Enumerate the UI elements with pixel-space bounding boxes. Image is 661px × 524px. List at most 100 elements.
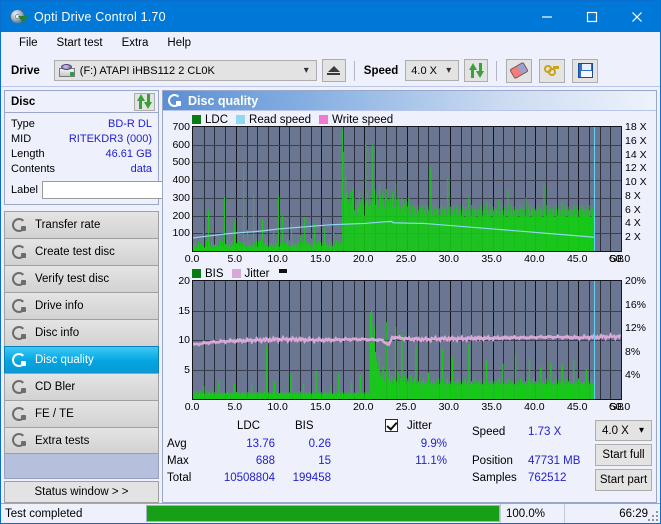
legend-marker-black [279, 268, 288, 273]
ldc-chart-plot [192, 126, 622, 252]
jitter-checkbox[interactable] [385, 419, 398, 432]
stats-total-ldc: 10508804 [223, 472, 275, 484]
disc-row-value: data [130, 163, 152, 175]
y2-tick-label: 12% [625, 322, 647, 335]
sidebar-item-label: Disc quality [35, 354, 94, 366]
save-button[interactable] [572, 58, 599, 83]
maximize-icon[interactable] [569, 1, 614, 32]
test-speed-select[interactable]: 4.0 X ▾ [595, 420, 652, 441]
sidebar-item-create-test-disc[interactable]: Create test disc [4, 238, 159, 265]
y-tick-label: 200 [172, 209, 190, 222]
left-pane: Disc Type BD-R DL MID RITEKDR3 (000) Len… [4, 90, 250, 503]
x-tick-label: 30.0 [438, 401, 460, 413]
bis-chart-plot [192, 280, 622, 400]
eject-button[interactable] [321, 59, 346, 82]
sidebar-item-label: Drive info [35, 300, 84, 312]
x-tick-label: 0.0 [184, 253, 200, 265]
sidebar-item-label: CD Bler [35, 381, 76, 393]
drive-select[interactable]: (F:) ATAPI iHBS112 2 CL0K ▾ [53, 60, 317, 81]
stats-actions: 4.0 X ▾ Start full Start part [592, 420, 652, 500]
disc-info-rows: Type BD-R DL MID RITEKDR3 (000) Length 4… [5, 113, 250, 204]
stats-row-total: Total [167, 472, 192, 484]
stats-avg-ldc: 13.76 [246, 438, 275, 450]
menu-item-extra[interactable]: Extra [113, 35, 158, 52]
x-tick-label: 10.0 [267, 253, 288, 265]
legend-swatch-read-speed [236, 115, 246, 124]
sidebar-item-label: Verify test disc [35, 273, 110, 285]
x-tick-label: 0.0 [184, 401, 200, 413]
x-tick-label: 25.0 [395, 401, 417, 413]
x-tick-label: 45.0 [566, 401, 588, 413]
stats-max-jitter: 11.1% [415, 455, 447, 467]
sidebar-item-fe-te[interactable]: FE / TE [4, 400, 159, 427]
x-tick-label: 40.0 [524, 253, 545, 265]
window-title: Opti Drive Control 1.70 [34, 9, 166, 24]
drive-toolbar: Drive (F:) ATAPI iHBS112 2 CL0K ▾ Speed … [1, 55, 660, 87]
disc-row-contents: Contents data [11, 162, 152, 177]
sidebar-item-label: Transfer rate [35, 219, 101, 231]
resize-grip[interactable] [648, 511, 658, 521]
status-window-button[interactable]: Status window > > [4, 481, 159, 503]
progress-bar-fill [147, 506, 499, 521]
disc-row-type: Type BD-R DL [11, 117, 152, 132]
progress-bar [146, 505, 500, 522]
test-speed-value: 4.0 X [602, 424, 629, 437]
menu-item-file[interactable]: File [10, 35, 47, 52]
menu-item-help[interactable]: Help [158, 35, 200, 52]
x-tick-label: 20.0 [352, 401, 374, 413]
y2-tick-label: 4 X [625, 217, 641, 230]
close-icon[interactable] [614, 1, 660, 32]
title-bar: Opti Drive Control 1.70 [1, 1, 660, 32]
disc-label-key: Label [11, 183, 38, 196]
chart-cursor-line [594, 127, 595, 251]
sidebar-item-drive-info[interactable]: Drive info [4, 292, 159, 319]
y-tick-label: 20 [178, 275, 190, 287]
window-controls [524, 1, 660, 32]
y2-tick-label: 20% [625, 275, 647, 287]
menu-item-start-test[interactable]: Start test [48, 35, 112, 52]
sidebar-item-cd-bler[interactable]: CD Bler [4, 373, 159, 400]
minimize-icon[interactable] [524, 1, 569, 32]
disc-panel: Disc Type BD-R DL MID RITEKDR3 (000) Len… [4, 90, 250, 205]
refresh-button[interactable] [464, 59, 489, 82]
y-tick-label: 15 [178, 304, 190, 317]
erase-button[interactable] [506, 58, 533, 83]
app-icon [9, 8, 28, 25]
stats-panel: LDC BIS Jitter Avg 13.76 0.26 9.9% Max 6… [163, 415, 656, 502]
ldc-chart-y2-axis: 2 X4 X6 X8 X 10 X 12 X 14 X 16 X 18 X [622, 121, 656, 250]
disc-panel-header: Disc [5, 91, 158, 113]
bis-chart-legend: BIS Jitter [163, 267, 656, 280]
toolbar-divider-2 [496, 60, 498, 81]
start-full-button[interactable]: Start full [595, 444, 652, 466]
ldc-chart-y-axis: 100 200 300 400 500 600 700 [163, 121, 192, 250]
refresh-icon [137, 94, 152, 109]
disc-icon [12, 406, 27, 422]
x-tick-label: 15.0 [310, 401, 331, 413]
y-tick-label: 5 [184, 363, 190, 376]
start-part-button[interactable]: Start part [595, 469, 652, 491]
y2-tick-label: 2 X [625, 231, 641, 244]
disc-icon [12, 325, 27, 341]
x-axis-unit-label: GB [608, 401, 624, 413]
y2-tick-label: 8 X [625, 189, 641, 202]
sidebar-item-label: Disc info [35, 327, 80, 339]
sidebar-item-disc-info[interactable]: Disc info [4, 319, 159, 346]
disc-refresh-button[interactable] [134, 92, 155, 111]
x-tick-label: 10.0 [267, 401, 288, 413]
sidebar-item-extra-tests[interactable]: Extra tests [4, 427, 159, 454]
app-window: Opti Drive Control 1.70 File Start test … [0, 0, 661, 524]
sidebar-item-disc-quality[interactable]: Disc quality [4, 346, 159, 373]
disc-row-key: Length [11, 148, 45, 160]
samples-readout-label: Samples [472, 472, 517, 484]
y2-tick-label: 10 X [625, 176, 647, 189]
sidebar-item-verify-test-disc[interactable]: Verify test disc [4, 265, 159, 292]
sidebar-item-transfer-rate[interactable]: Transfer rate [4, 211, 159, 238]
disc-icon [12, 271, 27, 287]
speed-readout-label: Speed [472, 426, 506, 438]
speed-select[interactable]: 4.0 X ▾ [405, 60, 460, 81]
stats-table: LDC BIS Jitter Avg 13.76 0.26 9.9% Max 6… [167, 419, 472, 500]
x-tick-label: 5.0 [227, 401, 243, 413]
disc-icon [12, 433, 27, 448]
keys-button[interactable] [539, 58, 566, 83]
disc-icon [12, 244, 27, 260]
